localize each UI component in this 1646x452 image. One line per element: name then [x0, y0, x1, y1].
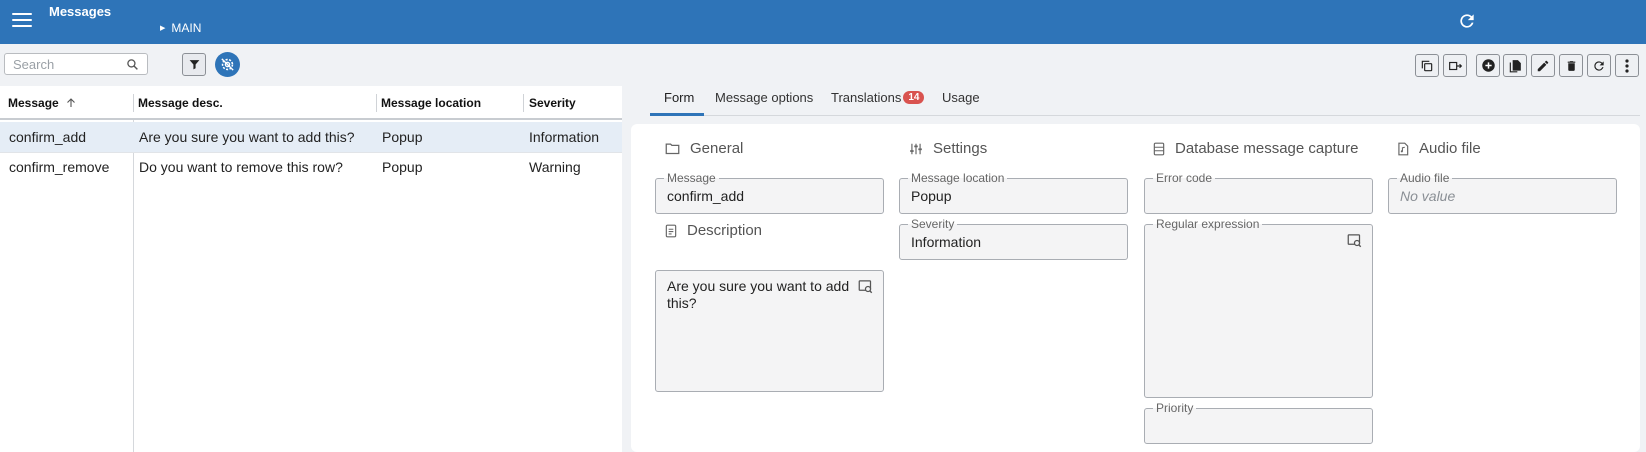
gear-off-icon [221, 58, 234, 71]
search-input[interactable] [5, 54, 123, 74]
tab-usage[interactable]: Usage [942, 90, 980, 105]
search-icon[interactable] [126, 58, 139, 71]
regular-expression-field[interactable]: Regular expression [1144, 217, 1373, 398]
cell-location: Popup [382, 159, 423, 175]
section-description: Description [665, 222, 762, 239]
cell-message: confirm_remove [9, 159, 110, 175]
pencil-icon [1537, 60, 1549, 71]
filter-button[interactable] [182, 53, 206, 76]
section-general: General [665, 140, 743, 157]
delete-button[interactable] [1559, 54, 1583, 77]
audio-file-icon [1398, 142, 1409, 155]
duplicate-button[interactable] [1503, 54, 1527, 77]
folder-icon [665, 143, 680, 155]
section-database-capture: Database message capture [1153, 140, 1358, 157]
copy-button[interactable] [1415, 54, 1439, 77]
cell-desc: Are you sure you want to add this? [139, 129, 355, 145]
filter-icon [189, 60, 199, 70]
trash-icon [1567, 60, 1575, 71]
column-separator[interactable] [133, 94, 134, 112]
export-button[interactable] [1443, 54, 1467, 77]
column-header-desc[interactable]: Message desc. [138, 96, 223, 110]
cell-desc: Do you want to remove this row? [139, 159, 343, 175]
refresh-icon [1594, 60, 1604, 71]
refresh-icon[interactable] [1457, 11, 1477, 31]
app-header: Messages ▶ MAIN [0, 0, 1646, 44]
cell-severity: Information [529, 129, 600, 145]
table-row[interactable]: confirm_remove Do you want to remove thi… [0, 152, 622, 182]
audio-file-field[interactable]: Audio file No value [1388, 171, 1617, 214]
zoom-search-icon[interactable] [858, 279, 873, 294]
copy-icon [1421, 60, 1433, 71]
tab-translations[interactable]: Translations 14 [831, 90, 925, 105]
breadcrumb-label: MAIN [171, 21, 202, 35]
error-code-field[interactable]: Error code [1144, 171, 1373, 214]
cell-message: confirm_add [9, 129, 87, 145]
form-panel: General Message confirm_add Description … [631, 124, 1640, 452]
message-field[interactable]: Message confirm_add [655, 171, 884, 214]
column-header-message[interactable]: Message [8, 96, 77, 110]
add-circle-icon [1481, 59, 1495, 72]
caret-right-icon: ▶ [160, 25, 166, 32]
priority-field[interactable]: Priority [1144, 401, 1373, 444]
section-audio-file: Audio file [1397, 140, 1481, 157]
add-button[interactable] [1476, 54, 1500, 77]
settings-button[interactable] [215, 52, 240, 77]
tab-message-options[interactable]: Message options [715, 90, 813, 105]
document-icon [665, 224, 677, 237]
message-grid: Message Message desc. Message location S… [0, 86, 622, 452]
sliders-icon [910, 143, 922, 154]
tab-form[interactable]: Form [664, 90, 694, 105]
column-header-location[interactable]: Message location [381, 96, 481, 110]
cell-severity: Warning [529, 159, 581, 175]
reload-button[interactable] [1587, 54, 1611, 77]
app-title: Messages [49, 4, 112, 19]
column-separator[interactable] [523, 94, 524, 112]
tab-translations-label: Translations [831, 90, 902, 105]
section-settings: Settings [909, 140, 987, 157]
column-header-severity[interactable]: Severity [529, 96, 576, 110]
cell-location: Popup [382, 129, 423, 145]
active-tab-indicator [650, 113, 704, 116]
breadcrumb[interactable]: ▶ MAIN [160, 21, 201, 35]
search-box [4, 53, 148, 75]
edit-button[interactable] [1531, 54, 1555, 77]
translations-count-badge: 14 [903, 91, 925, 104]
severity-field[interactable]: Severity Information [899, 217, 1128, 260]
hamburger-menu-icon[interactable] [12, 13, 32, 29]
duplicate-icon [1509, 59, 1521, 72]
message-location-field[interactable]: Message location Popup [899, 171, 1128, 214]
description-field[interactable]: Are you sure you want to add this? [655, 270, 884, 392]
export-icon [1448, 61, 1462, 70]
table-row[interactable]: confirm_add Are you sure you want to add… [0, 122, 622, 152]
more-button[interactable] [1615, 54, 1639, 77]
zoom-search-icon[interactable] [1347, 233, 1362, 248]
column-separator[interactable] [376, 94, 377, 112]
database-icon [1153, 142, 1165, 155]
more-vertical-icon [1625, 58, 1629, 73]
sort-ascending-icon[interactable] [65, 97, 77, 109]
tabs-divider [650, 115, 1640, 116]
grid-header: Message Message desc. Message location S… [0, 86, 622, 120]
